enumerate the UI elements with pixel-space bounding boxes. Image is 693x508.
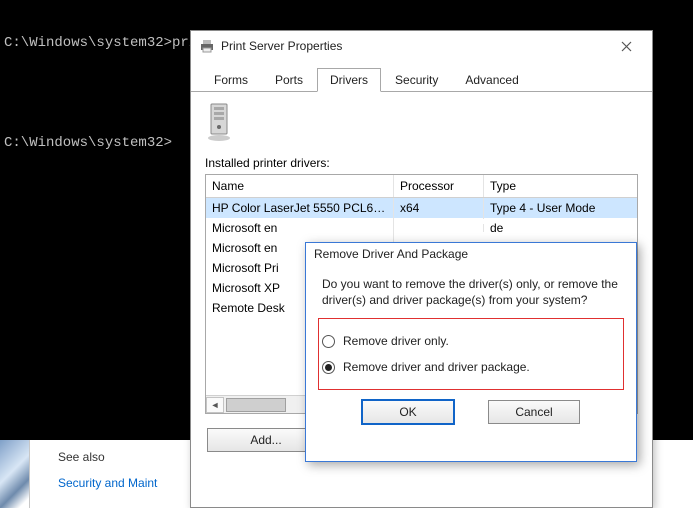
dialog-body: Do you want to remove the driver(s) only… (306, 267, 636, 461)
cancel-button[interactable]: Cancel (488, 400, 580, 424)
remove-driver-dialog: Remove Driver And Package Do you want to… (305, 242, 637, 462)
cell-name: HP Color LaserJet 5550 PCL6 Clas... (206, 198, 394, 219)
cancel-button-label: Cancel (515, 405, 552, 419)
tab-strip: Forms Ports Drivers Security Advanced (191, 61, 652, 92)
ok-button-label: OK (399, 405, 416, 419)
radio-group: Remove driver only. Remove driver and dr… (322, 328, 620, 384)
printer-icon (199, 38, 215, 54)
table-row[interactable]: Microsoft en de (206, 218, 637, 238)
dialog-title[interactable]: Remove Driver And Package (306, 243, 636, 267)
cell-proc (394, 224, 484, 232)
ok-button[interactable]: OK (362, 400, 454, 424)
cell-type: de (484, 217, 637, 239)
radio-remove-driver-and-package[interactable]: Remove driver and driver package. (322, 354, 620, 380)
col-name[interactable]: Name (206, 175, 394, 197)
window-close-button[interactable] (606, 35, 646, 57)
see-also-heading: See also (58, 450, 180, 464)
tab-advanced[interactable]: Advanced (452, 68, 531, 92)
radio-icon (322, 361, 335, 374)
installed-drivers-label: Installed printer drivers: (205, 156, 638, 170)
cell-type: Type 4 - User Mode (484, 198, 637, 219)
col-processor[interactable]: Processor (394, 175, 484, 197)
add-button-label: Add... (250, 433, 281, 447)
dialog-button-row: OK Cancel (322, 384, 620, 438)
tab-forms[interactable]: Forms (201, 68, 261, 92)
radio-label: Remove driver only. (343, 334, 449, 348)
cell-name: Microsoft en (206, 217, 394, 239)
radio-icon (322, 335, 335, 348)
window-title: Print Server Properties (221, 39, 342, 53)
server-icon (205, 102, 237, 142)
driver-list-header[interactable]: Name Processor Type (206, 175, 637, 198)
scroll-thumb[interactable] (226, 398, 286, 412)
radio-remove-driver-only[interactable]: Remove driver only. (322, 328, 620, 354)
control-panel-side: See also Security and Maint (30, 440, 180, 508)
scroll-left-arrow-icon[interactable]: ◄ (206, 397, 224, 413)
tab-security[interactable]: Security (382, 68, 451, 92)
security-and-maintenance-link[interactable]: Security and Maint (58, 476, 180, 490)
dialog-message: Do you want to remove the driver(s) only… (322, 277, 620, 308)
wallpaper-thumb (0, 440, 30, 508)
col-type[interactable]: Type (484, 175, 637, 197)
table-row[interactable]: HP Color LaserJet 5550 PCL6 Clas... x64 … (206, 198, 637, 218)
window-titlebar[interactable]: Print Server Properties (191, 31, 652, 61)
tab-ports[interactable]: Ports (262, 68, 316, 92)
tab-drivers[interactable]: Drivers (317, 68, 381, 92)
radio-label: Remove driver and driver package. (343, 360, 530, 374)
cell-proc: x64 (394, 198, 484, 219)
